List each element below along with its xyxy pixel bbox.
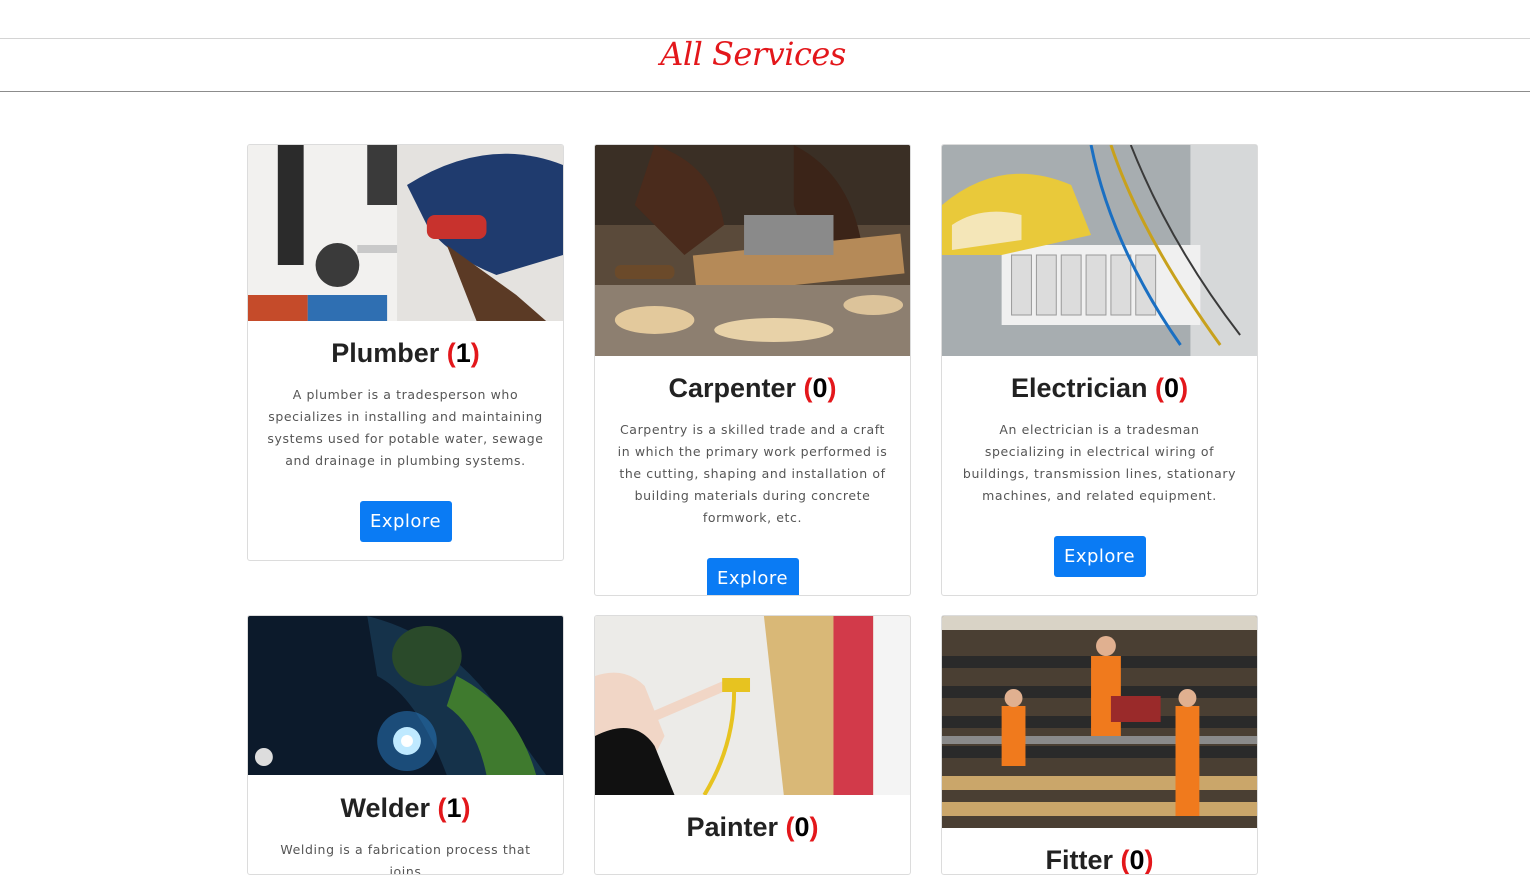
card-title: Electrician (0)	[942, 373, 1257, 404]
service-description: A plumber is a tradesperson who speciali…	[267, 387, 544, 468]
service-name: Welder	[340, 793, 430, 823]
service-name: Electrician	[1010, 373, 1148, 403]
service-count: 1	[446, 793, 462, 823]
service-card-carpenter: Carpenter (0) Carpentry is a skilled tra…	[594, 144, 911, 596]
card-title: Carpenter (0)	[595, 373, 910, 404]
explore-button[interactable]: Explore	[1053, 536, 1146, 577]
count-badge: (1)	[446, 338, 480, 368]
title-divider	[0, 91, 1530, 92]
welder-image	[248, 616, 563, 775]
count-badge: (0)	[785, 812, 819, 842]
service-name: Painter	[686, 812, 778, 842]
explore-button[interactable]: Explore	[359, 501, 452, 542]
count-badge: (1)	[437, 793, 471, 823]
service-description: An electrician is a tradesman specializi…	[962, 422, 1237, 503]
service-card-welder: Welder (1) Welding is a fabrication proc…	[247, 615, 564, 875]
service-card-fitter: Fitter (0)	[941, 615, 1258, 875]
count-badge: (0)	[803, 373, 837, 403]
electrician-image	[942, 145, 1257, 356]
plumber-image	[248, 145, 563, 321]
painter-image	[595, 616, 910, 795]
service-count: 0	[812, 373, 828, 403]
explore-button[interactable]: Explore	[706, 558, 799, 595]
service-card-painter: Painter (0)	[594, 615, 911, 875]
service-name: Carpenter	[668, 373, 796, 403]
service-card-plumber: Plumber (1) A plumber is a tradesperson …	[247, 144, 564, 561]
count-badge: (0)	[1155, 373, 1189, 403]
page-title: All Services	[660, 35, 846, 73]
service-count: 1	[455, 338, 471, 368]
fitter-image	[942, 616, 1257, 828]
service-card-electrician: Electrician (0) An electrician is a trad…	[941, 144, 1258, 596]
count-badge: (0)	[1120, 845, 1154, 875]
card-title: Fitter (0)	[942, 845, 1257, 875]
service-name: Plumber	[331, 338, 440, 368]
carpenter-image	[595, 145, 910, 356]
card-title: Painter (0)	[595, 812, 910, 843]
service-name: Fitter	[1045, 845, 1113, 875]
card-title: Plumber (1)	[248, 338, 563, 369]
service-count: 0	[1164, 373, 1180, 403]
card-title: Welder (1)	[248, 793, 563, 824]
service-description: Carpentry is a skilled trade and a craft…	[617, 422, 888, 525]
service-count: 0	[1129, 845, 1145, 875]
service-count: 0	[794, 812, 810, 842]
service-description: Welding is a fabrication process that jo…	[280, 842, 531, 875]
